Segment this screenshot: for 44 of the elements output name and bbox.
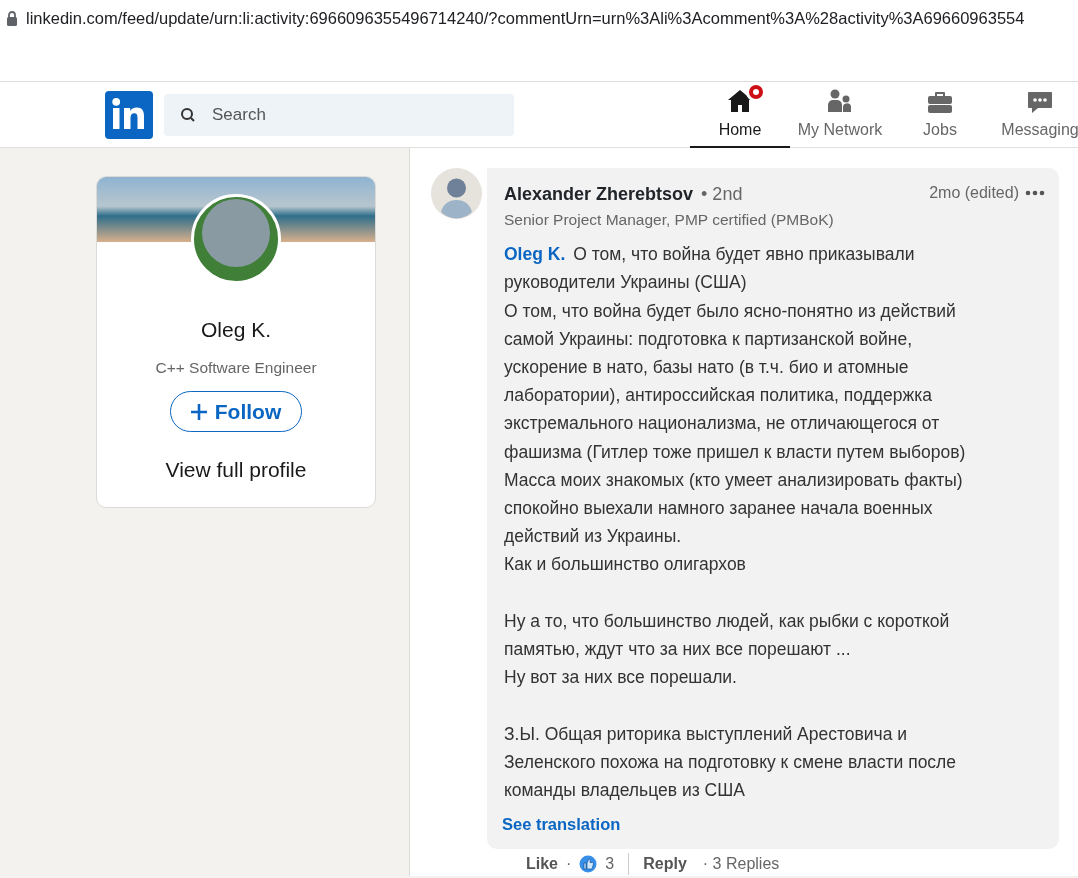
comment-text-line: О том, что война будет было ясно-понятно из действий bbox=[504, 299, 957, 323]
connection-degree: • 2nd bbox=[701, 183, 743, 206]
nav-tab[interactable]: Messaging bbox=[990, 82, 1078, 148]
author-headline: Senior Project Manager, PMP certified (PMBoK) bbox=[504, 210, 834, 230]
linkedin-logo[interactable] bbox=[105, 90, 153, 139]
comment-text-line: О том, что война будет явно приказывали bbox=[573, 243, 915, 267]
comment-text-line: Зеленского похожа на подготовку к смене власти после bbox=[504, 750, 958, 774]
mention-link[interactable]: Oleg K. bbox=[504, 240, 566, 269]
separator-dot: · bbox=[566, 854, 572, 875]
view-profile-link[interactable]: View full profile bbox=[165, 454, 307, 486]
comment-text-line: экстремального национализма, не отличающегося от bbox=[504, 412, 941, 436]
comment-text-line: спокойно выехали намного заранее начала военных bbox=[504, 497, 934, 521]
like-count: 3 bbox=[605, 854, 615, 875]
plus-icon bbox=[190, 403, 207, 420]
comment-text-line: ускорение в нато, базы нато (в т.ч. био и атомные bbox=[504, 356, 910, 380]
comment-text-line: Масса моих знакомых (кто умеет анализировать факты) bbox=[504, 468, 964, 492]
see-translation-link[interactable]: See translation bbox=[502, 812, 621, 838]
comment-text-line: памятью, ждут что за них все порешают ... bbox=[504, 638, 852, 662]
avatar-placeholder[interactable] bbox=[431, 168, 482, 219]
profile-name[interactable]: Oleg K. bbox=[97, 314, 375, 346]
more-icon bbox=[1025, 190, 1045, 196]
search-icon bbox=[180, 106, 196, 123]
comment-text-line: руководители Украины (США) bbox=[504, 271, 748, 295]
comment-text-line: фашизма (Гитлер тоже пришел к власти путем выборов) bbox=[504, 440, 967, 464]
like-button[interactable]: Like bbox=[526, 854, 558, 875]
comment-time: 2mo (edited) bbox=[929, 183, 1019, 203]
replies-count[interactable]: · 3 Replies bbox=[702, 854, 780, 875]
nav-tab[interactable]: My Network bbox=[790, 82, 890, 148]
comment-text-line: Ну а то, что большинство людей, как рыбки с короткой bbox=[504, 609, 951, 633]
comment-text-line: команды владельцев из США bbox=[504, 779, 746, 803]
thumbs-up-icon bbox=[579, 855, 598, 874]
author-name[interactable]: Alexander Zherebtsov bbox=[504, 181, 694, 208]
comment-text-line: Ну вот за них все порешали. bbox=[504, 666, 738, 690]
reply-button[interactable]: Reply bbox=[643, 854, 687, 875]
profile-headline: C++ Software Engineer bbox=[154, 357, 318, 378]
comment-text-line: самой Украины: подготовка к партизанской войне, bbox=[504, 327, 914, 351]
lock-icon bbox=[6, 10, 18, 26]
search-field[interactable]: Search bbox=[164, 93, 514, 136]
comment-text-line: Как и большинство олигархов bbox=[504, 553, 747, 577]
follow-button[interactable]: Follow bbox=[169, 390, 303, 433]
comment-text-line: действий из Украины. bbox=[504, 525, 683, 549]
comment-text-line: З.Ы. Общая риторика выступлений Арестовича и bbox=[504, 722, 909, 746]
comment-text-line: лаборатории), антироссийская политика, поддержка bbox=[504, 384, 934, 408]
nav-tab[interactable]: Jobs bbox=[890, 82, 990, 148]
